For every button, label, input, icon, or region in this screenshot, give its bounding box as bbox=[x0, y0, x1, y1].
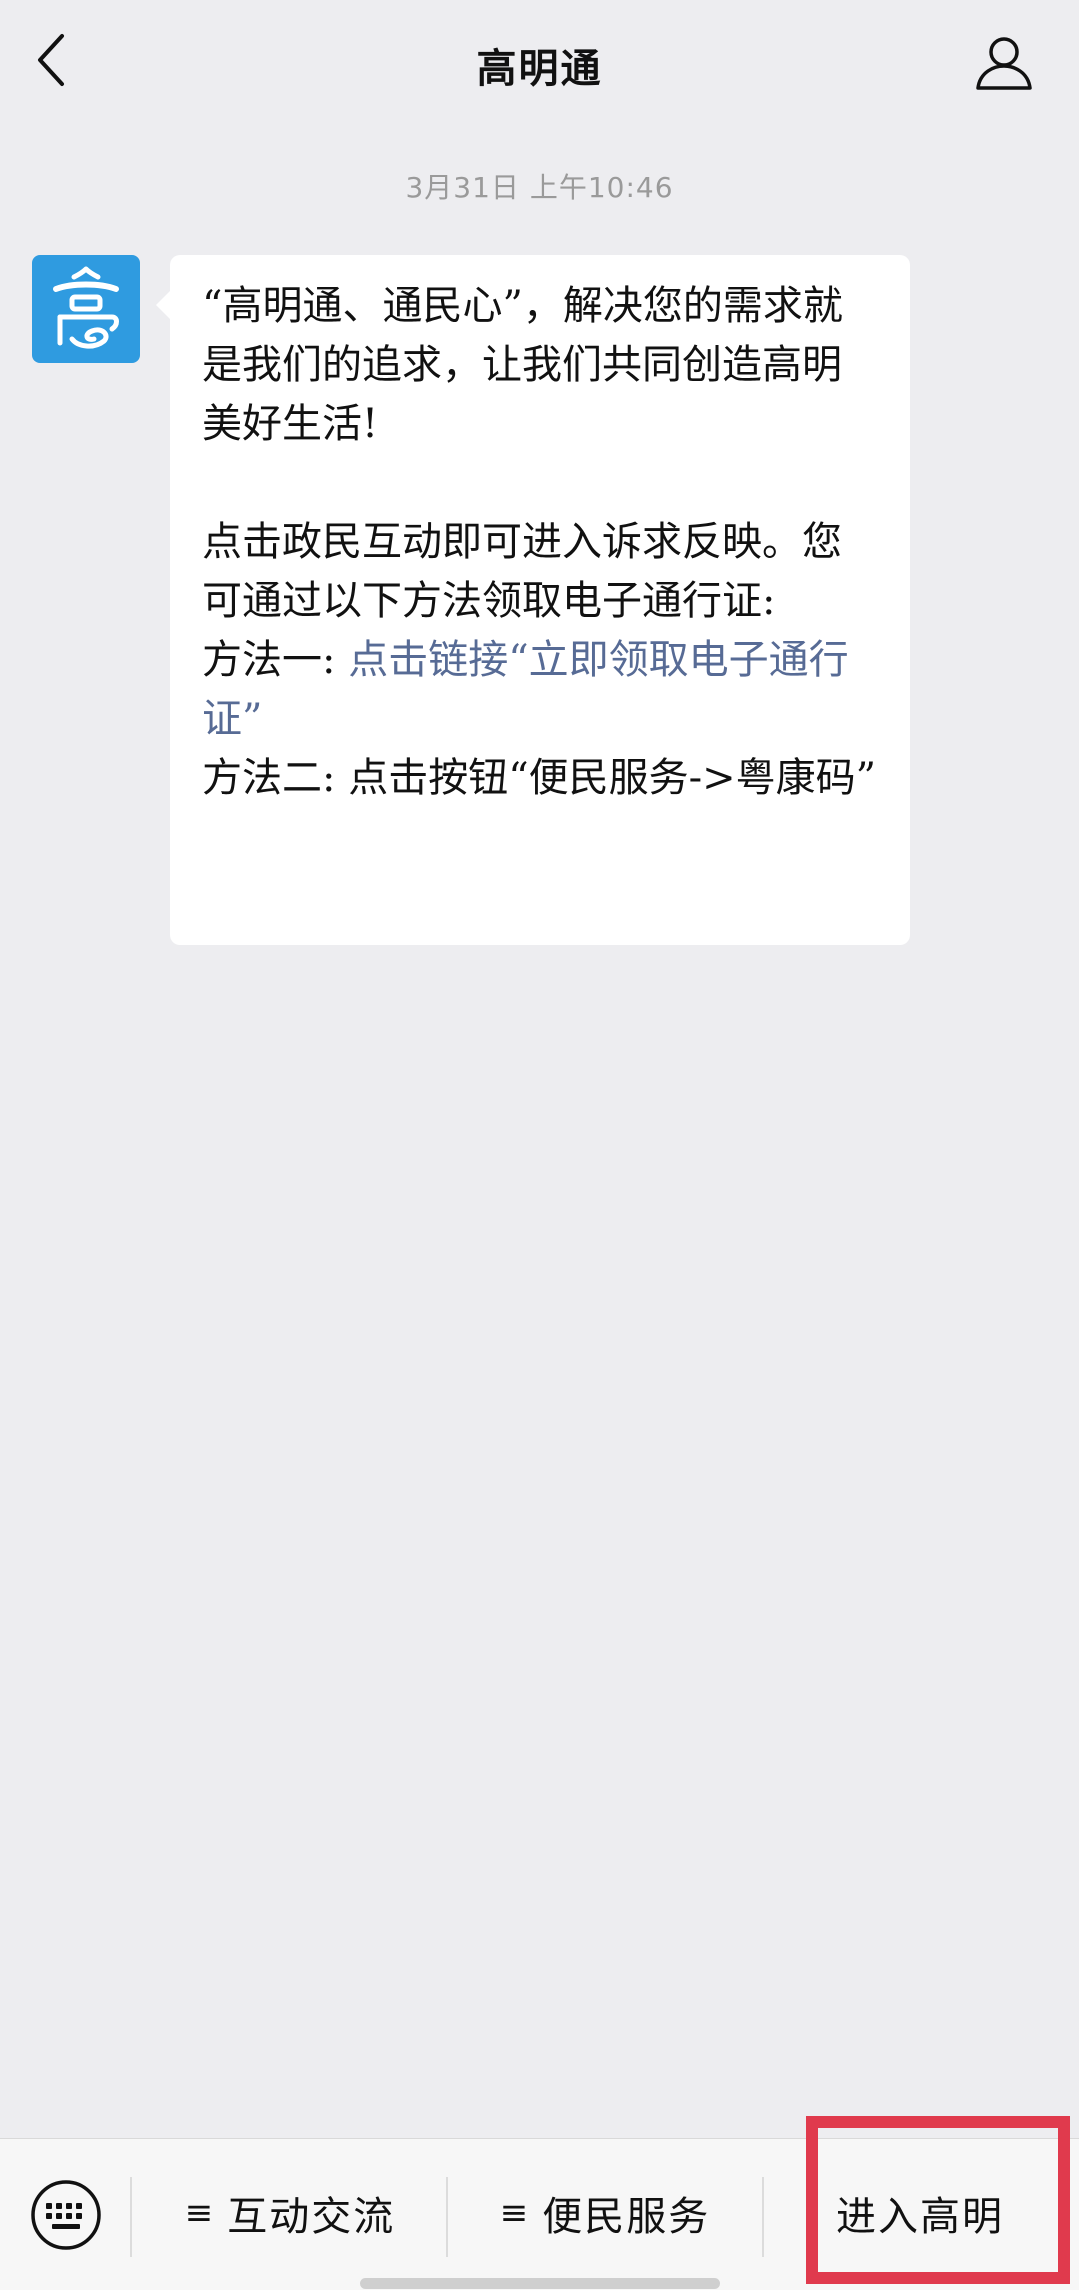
message-bubble: “高明通、通民心”，解决您的需求就是我们的追求，让我们共同创造高明美好生活! 点… bbox=[156, 255, 910, 945]
menu-list-icon: ≡ bbox=[184, 2193, 216, 2233]
message-paragraph-instructions: 点击政民互动即可进入诉求反映。您可通过以下方法领取电子通行证: bbox=[202, 519, 842, 624]
highlight-box bbox=[806, 2116, 1070, 2284]
keyboard-icon bbox=[31, 2180, 101, 2250]
method-one-line: 方法一: 点击链接“立即领取电子通行证” bbox=[202, 631, 880, 749]
official-account-avatar[interactable] bbox=[32, 255, 140, 363]
message-timestamp: 3月31日 上午10:46 bbox=[405, 171, 674, 204]
menu-services-label: 便民服务 bbox=[542, 2194, 711, 2240]
profile-button[interactable] bbox=[972, 30, 1036, 94]
menu-interaction-label: 互动交流 bbox=[227, 2194, 396, 2240]
message-paragraph-intro: “高明通、通民心”，解决您的需求就是我们的追求，让我们共同创造高明美好生活! bbox=[202, 283, 843, 447]
gaoming-logo-icon bbox=[53, 266, 119, 349]
menu-divider bbox=[762, 2177, 764, 2257]
page-title: 高明通 bbox=[476, 46, 603, 92]
menu-interaction-button[interactable]: ≡ 互动交流 bbox=[140, 2153, 440, 2273]
top-navigation-bar: 高明通 bbox=[0, 0, 1079, 130]
home-indicator bbox=[360, 2278, 720, 2289]
menu-services-button[interactable]: ≡ 便民服务 bbox=[455, 2153, 755, 2273]
person-icon bbox=[976, 37, 1032, 90]
menu-divider bbox=[130, 2177, 132, 2257]
keyboard-toggle-button[interactable] bbox=[30, 2179, 102, 2251]
method-two-line: 方法二: 点击按钮“便民服务->粤康码” bbox=[202, 755, 877, 801]
method-one-prefix: 方法一: bbox=[202, 637, 336, 683]
menu-list-icon: ≡ bbox=[499, 2193, 531, 2233]
menu-divider bbox=[446, 2177, 448, 2257]
